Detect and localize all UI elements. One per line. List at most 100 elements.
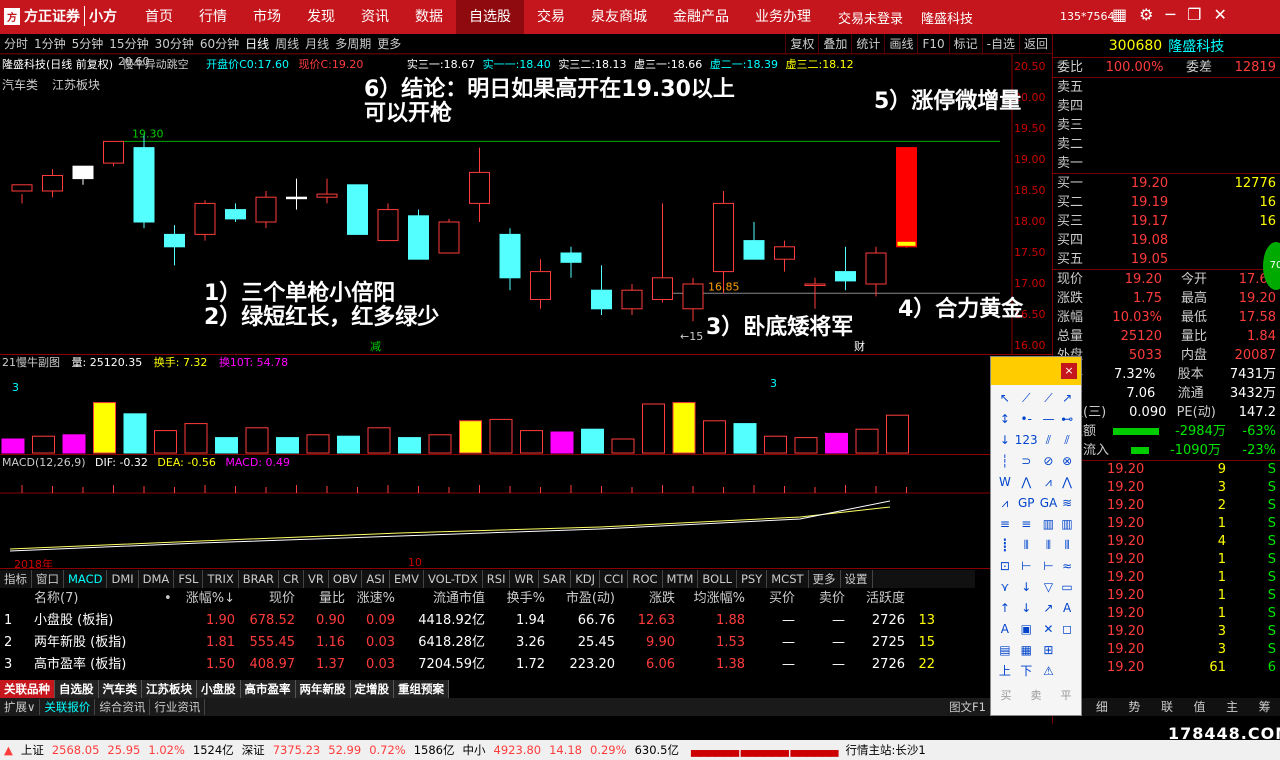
draw-tool-icon[interactable]: GA <box>1040 494 1058 513</box>
sector-tab[interactable]: 江苏板块 <box>142 680 197 698</box>
draw-tool-icon[interactable]: 上 <box>997 662 1013 681</box>
draw-tool-icon[interactable]: ⊢ <box>1040 557 1058 576</box>
indicator-tab[interactable]: DMI <box>107 570 139 588</box>
draw-tool-icon[interactable]: ⊢ <box>1015 557 1038 576</box>
table-header-cell[interactable]: 活跃度 <box>845 588 905 610</box>
quote-tab[interactable]: 值 <box>1194 698 1206 716</box>
sell-level[interactable]: 卖三 <box>1053 116 1280 135</box>
ext-tab[interactable]: 扩展∨ <box>0 699 41 715</box>
sector-tab[interactable]: 定增股 <box>350 680 394 698</box>
table-header-cell[interactable]: 现价 <box>235 588 295 610</box>
trade-button[interactable]: 平 <box>1061 687 1072 703</box>
chart-tool-button[interactable]: 统计 <box>851 34 884 54</box>
indicator-tab[interactable]: VR <box>304 570 329 588</box>
indicator-tab[interactable]: BRAR <box>239 570 280 588</box>
draw-tool-icon[interactable]: ⊞ <box>1040 641 1058 660</box>
indicator-tab[interactable]: EMV <box>390 570 424 588</box>
graphic-f1[interactable]: 图文F1 <box>945 699 990 715</box>
buy-level[interactable]: 买一 19.20 12776 <box>1053 174 1280 193</box>
table-header-cell[interactable]: • <box>160 588 180 610</box>
indicator-tab[interactable]: 更多 <box>809 570 841 588</box>
draw-tool-icon[interactable]: ≡ <box>997 515 1013 534</box>
sell-level[interactable]: 卖四 <box>1053 97 1280 116</box>
draw-tool-icon[interactable]: ⋀ <box>1059 473 1075 492</box>
table-header-cell[interactable]: 涨速% <box>345 588 395 610</box>
indicator-tab[interactable]: OBV <box>329 570 363 588</box>
indicator-tab[interactable]: ASI <box>362 570 390 588</box>
draw-tool-icon[interactable]: ✕ <box>1040 620 1058 639</box>
indicator-tab[interactable]: MACD <box>64 570 108 588</box>
sector-tab[interactable]: 小盘股 <box>197 680 241 698</box>
indicator-tab[interactable]: BOLL <box>698 570 737 588</box>
table-header-cell[interactable]: 流通市值 <box>395 588 485 610</box>
quote-tab[interactable]: 联 <box>1161 698 1173 716</box>
close-icon[interactable]: ✕ <box>1213 5 1226 24</box>
minimize-icon[interactable]: ─ <box>1165 5 1175 24</box>
draw-tool-icon[interactable]: ↗ <box>1059 389 1075 408</box>
period-tab[interactable]: 更多 <box>377 34 401 54</box>
indicator-tab[interactable]: TRIX <box>203 570 239 588</box>
draw-tool-icon[interactable] <box>1059 641 1075 660</box>
draw-tool-icon[interactable]: ⩘ <box>997 494 1013 513</box>
draw-tool-icon[interactable]: ▤ <box>997 641 1013 660</box>
sector-tab[interactable]: 关联品种 <box>0 680 55 698</box>
login-status[interactable]: 交易未登录 <box>838 8 903 27</box>
draw-tool-icon[interactable]: ⋀ <box>1015 473 1038 492</box>
buy-level[interactable]: 买三 19.17 16 <box>1053 212 1280 231</box>
period-tab[interactable]: 周线 <box>275 34 299 54</box>
quote-tab[interactable]: 势 <box>1128 698 1140 716</box>
draw-tool-icon[interactable]: ▥ <box>1040 515 1058 534</box>
nav-item[interactable]: 金融产品 <box>660 0 742 34</box>
indicator-tab[interactable]: FSL <box>174 570 204 588</box>
draw-tool-icon[interactable]: ↗ <box>1040 599 1058 618</box>
draw-tool-icon[interactable]: ⟋ <box>1015 389 1038 408</box>
sell-level[interactable]: 卖一 <box>1053 154 1280 173</box>
table-header-cell[interactable]: 换手% <box>485 588 545 610</box>
nav-item[interactable]: 业务办理 <box>742 0 824 34</box>
draw-tool-icon[interactable]: W <box>997 473 1013 492</box>
draw-tool-icon[interactable]: ≈ <box>1059 557 1075 576</box>
sector-tab[interactable]: 高市盈率 <box>240 680 296 698</box>
ext-tab[interactable]: 行业资讯 <box>150 699 206 715</box>
period-tab[interactable]: 月线 <box>305 34 329 54</box>
sell-level[interactable]: 卖五 <box>1053 78 1280 97</box>
table-header-cell[interactable]: 均涨幅% <box>675 588 745 610</box>
nav-item[interactable]: 资讯 <box>348 0 402 34</box>
chart-tool-button[interactable]: 标记 <box>948 34 982 54</box>
chart-tool-button[interactable]: 画线 <box>884 34 917 54</box>
nav-item[interactable]: 交易 <box>524 0 578 34</box>
period-tab[interactable]: 30分钟 <box>155 34 194 54</box>
indicator-tab[interactable]: SAR <box>539 570 572 588</box>
table-header-cell[interactable]: 量比 <box>295 588 345 610</box>
draw-tool-icon[interactable]: A <box>997 620 1013 639</box>
table-header-cell[interactable] <box>0 588 30 610</box>
table-header-cell[interactable]: 涨跌 <box>615 588 675 610</box>
volume-chart[interactable]: 33 <box>0 371 1052 454</box>
period-tab[interactable]: 60分钟 <box>200 34 239 54</box>
sell-level[interactable]: 卖二 <box>1053 135 1280 154</box>
ext-tab[interactable]: 关联报价 <box>40 699 96 715</box>
draw-tool-icon[interactable]: ↓ <box>1015 599 1038 618</box>
macd-chart[interactable] <box>0 471 1052 555</box>
draw-tool-icon[interactable]: ≋ <box>1059 494 1075 513</box>
chart-tool-button[interactable]: 返回 <box>1018 34 1052 54</box>
draw-tool-icon[interactable]: ⋎ <box>997 578 1013 597</box>
indicator-tab[interactable]: ROC <box>628 570 663 588</box>
indicator-tab[interactable]: CR <box>279 570 305 588</box>
indicator-tab[interactable]: RSI <box>483 570 511 588</box>
draw-tool-icon[interactable]: ↓ <box>1015 578 1038 597</box>
quote-tab[interactable]: 细 <box>1096 698 1108 716</box>
nav-item[interactable]: 首页 <box>132 0 186 34</box>
table-row[interactable]: 3 高市盈率 (板指) 1.50 408.97 1.37 0.03 7204.59亿 1.72… <box>0 654 990 676</box>
draw-tool-icon[interactable]: ▥ <box>1059 515 1075 534</box>
trade-button[interactable]: 买 <box>1001 687 1012 703</box>
chart-tool-button[interactable]: 复权 <box>785 34 818 54</box>
draw-tool-icon[interactable]: ↕ <box>997 410 1013 429</box>
trade-button[interactable]: 卖 <box>1031 687 1042 703</box>
gear-icon[interactable]: ⚙ <box>1139 5 1153 24</box>
draw-tool-icon[interactable]: ⦀ <box>1040 536 1058 555</box>
indicator-tab[interactable]: DMA <box>139 570 175 588</box>
buy-level[interactable]: 买二 19.19 16 <box>1053 193 1280 212</box>
draw-tool-icon[interactable] <box>1059 662 1075 681</box>
period-tab[interactable]: 日线 <box>245 34 269 54</box>
